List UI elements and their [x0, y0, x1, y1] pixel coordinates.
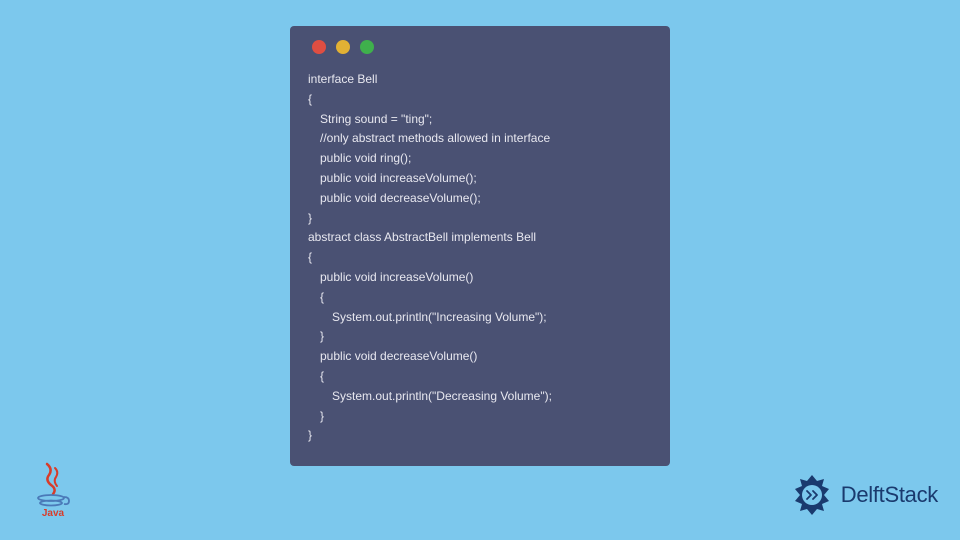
code-window: interface Bell { String sound = "ting"; …: [290, 26, 670, 466]
svg-text:Java: Java: [42, 508, 65, 518]
delft-stack-icon: [789, 472, 835, 518]
delft-stack-logo: DelftStack: [789, 472, 938, 518]
maximize-icon: [360, 40, 374, 54]
minimize-icon: [336, 40, 350, 54]
code-content: interface Bell { String sound = "ting"; …: [308, 70, 652, 446]
java-logo: Java: [28, 458, 78, 518]
java-icon: Java: [31, 462, 75, 518]
traffic-lights: [312, 40, 652, 54]
delft-stack-label: DelftStack: [841, 482, 938, 508]
close-icon: [312, 40, 326, 54]
